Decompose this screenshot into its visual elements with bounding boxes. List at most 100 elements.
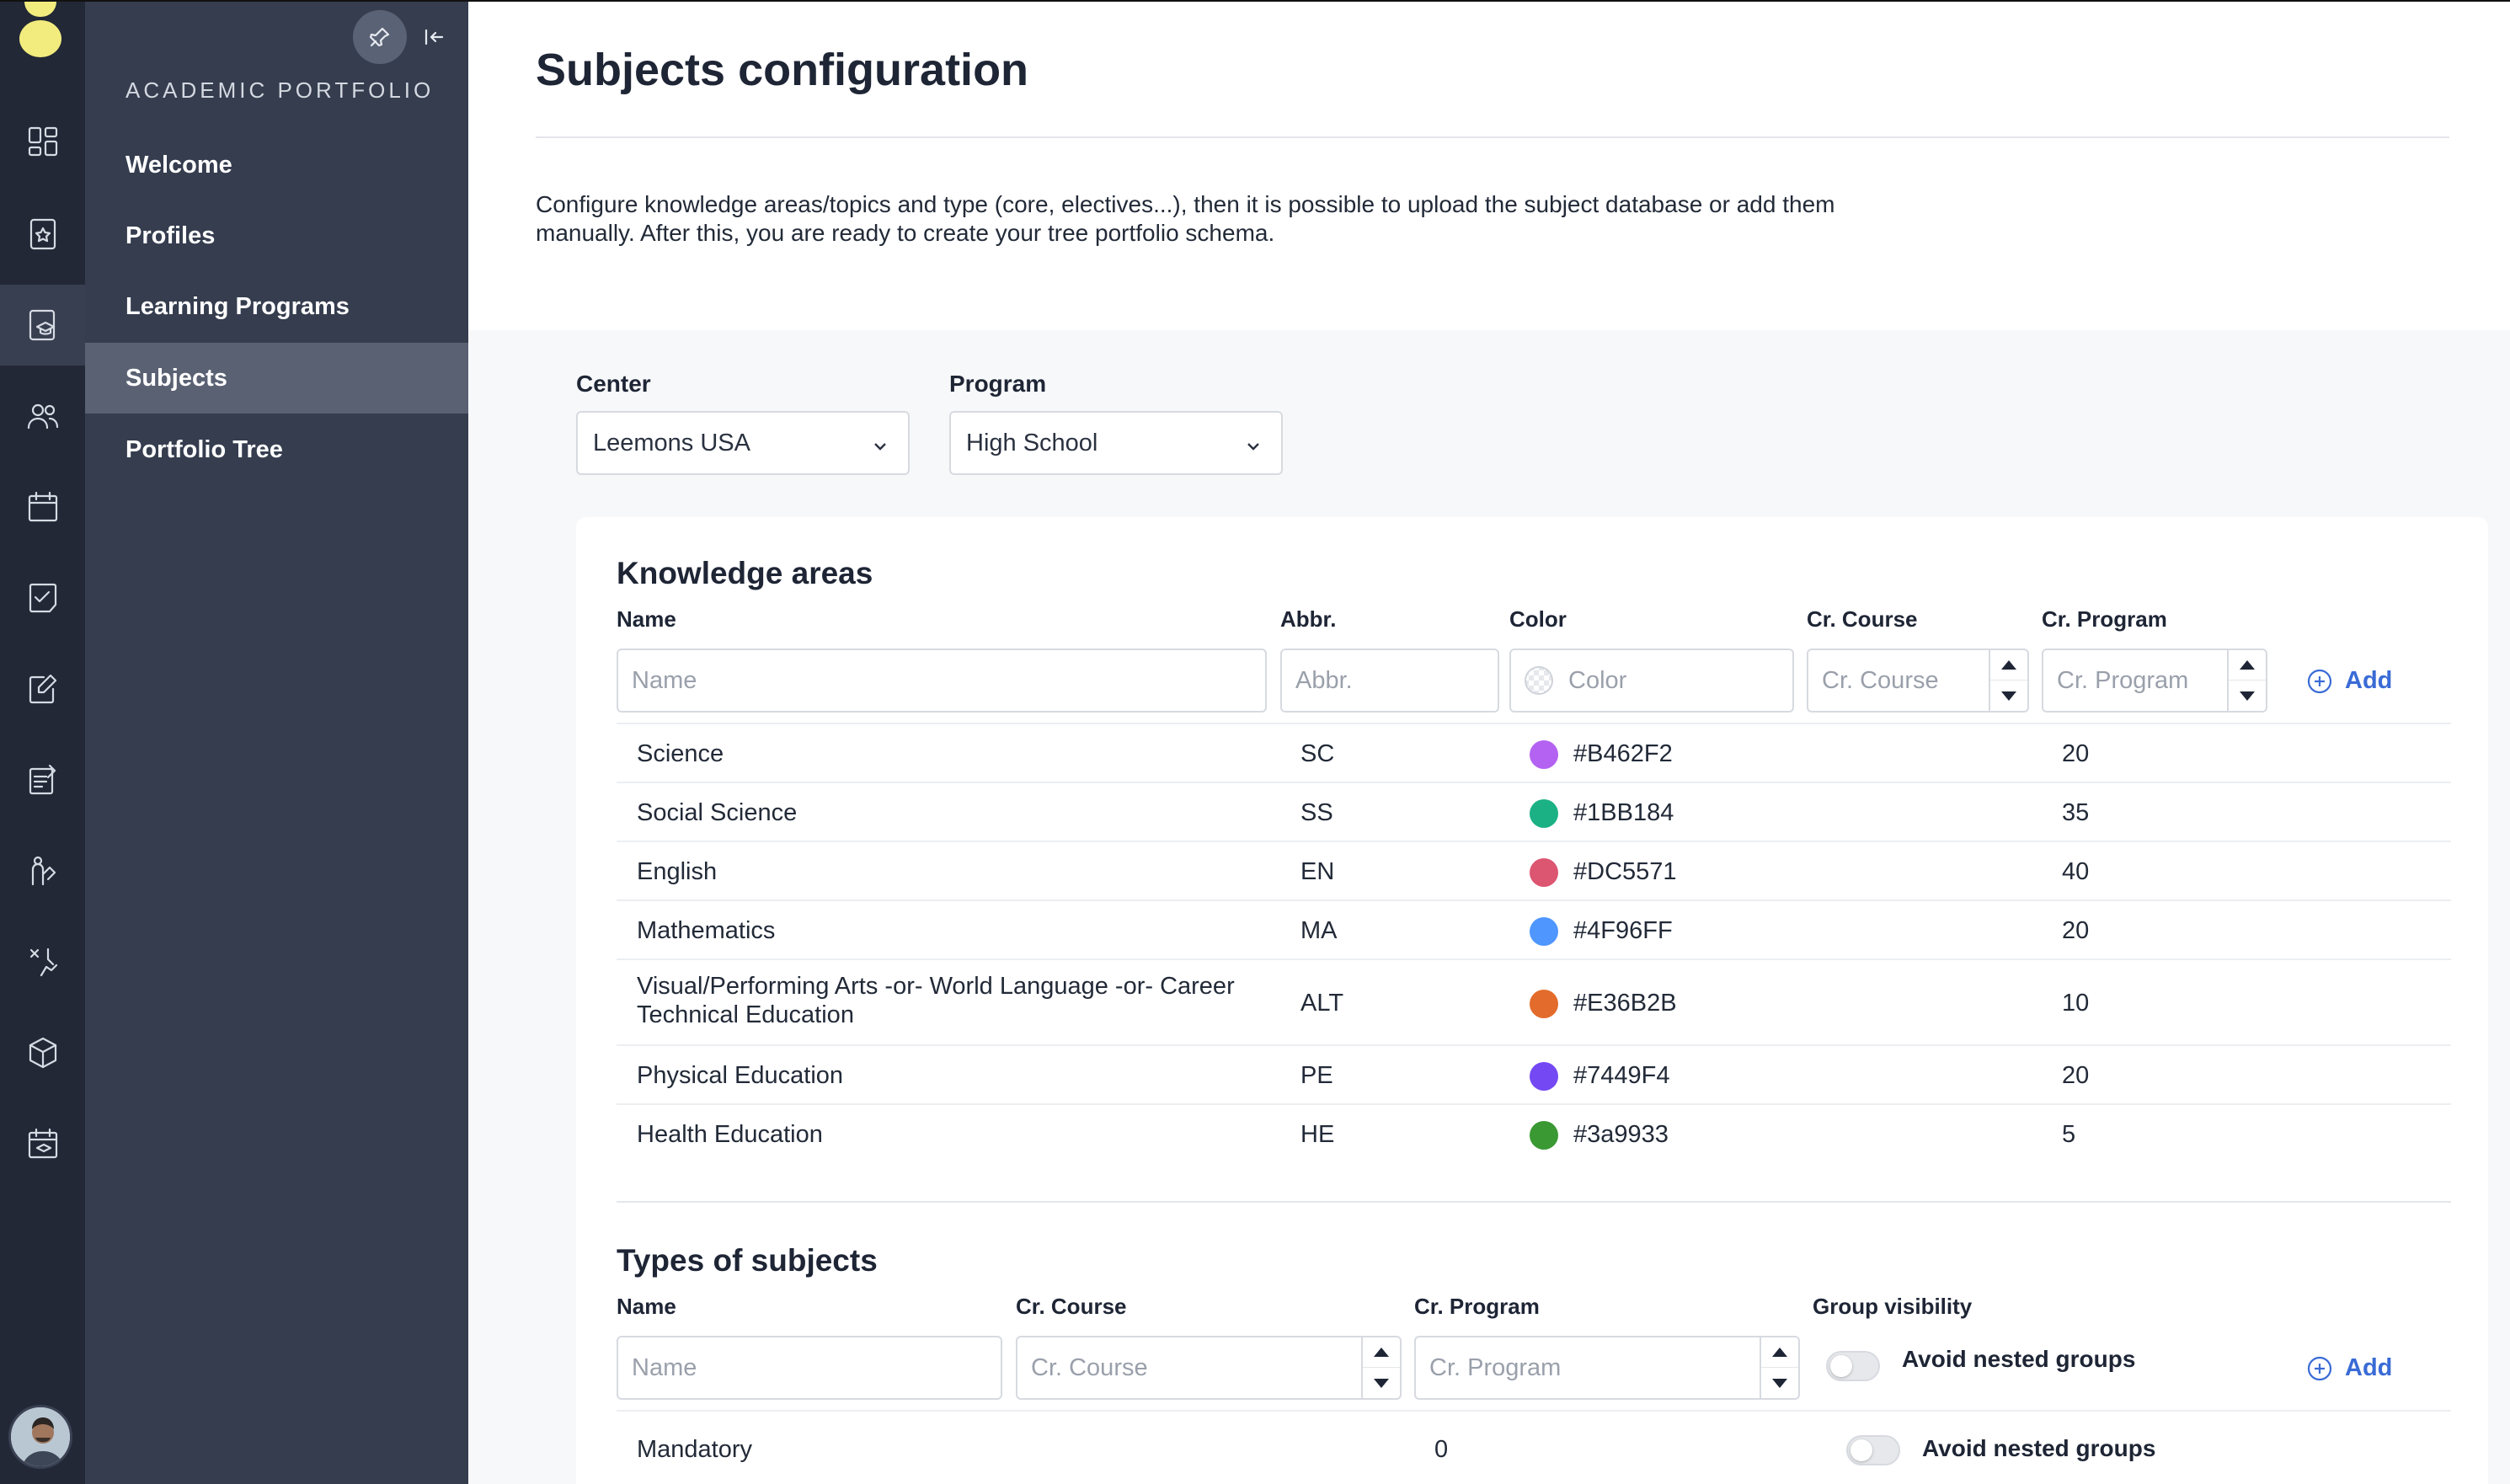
area-name: Social Science [637,799,798,826]
area-name: English [637,858,718,885]
area-cr-program-field[interactable] [2057,666,2215,695]
area-name: Physical Education [637,1062,844,1089]
color-value: #3a9933 [1573,1121,1669,1148]
page-title: Subjects configuration [536,45,1029,95]
tools-icon[interactable] [0,921,85,1002]
assignment-icon[interactable] [0,739,85,820]
area-color-field[interactable] [1568,666,1779,695]
collapse-left-icon [425,29,444,45]
number-stepper[interactable] [1361,1337,1400,1398]
area-abbr-input[interactable] [1280,649,1499,713]
area-color: #B462F2 [1530,739,1673,770]
app-logo[interactable] [19,2,61,57]
number-stepper[interactable] [1989,650,2027,711]
area-abbr-field[interactable] [1295,666,1484,695]
increment-button[interactable] [1761,1337,1798,1368]
decrement-button[interactable] [1761,1368,1798,1398]
area-name: Science [637,740,724,767]
area-cr-course-input[interactable] [1807,649,2029,713]
program-select[interactable]: High School [949,411,1283,475]
area-name: Visual/Performing Arts -or- World Langua… [637,973,1235,1028]
app-rail [0,0,85,1484]
arrow-up-icon [1374,1348,1389,1357]
arrow-down-icon [1374,1378,1389,1388]
divider [536,136,2449,138]
program-label: Program [949,371,1047,397]
area-name: Mathematics [637,917,776,944]
type-cr-course-field[interactable] [1031,1353,1349,1382]
calendar-graduation-icon[interactable] [0,1103,85,1184]
area-abbr: SC [1300,740,1335,767]
subnav-item-profiles[interactable]: Profiles [85,200,468,271]
subnav-item-learning-programs[interactable]: Learning Programs [85,271,468,342]
increment-button[interactable] [2229,650,2266,681]
avatar[interactable] [8,1405,72,1469]
decrement-button[interactable] [2229,681,2266,711]
subnav-item-welcome[interactable]: Welcome [85,130,468,200]
area-cr-program: 20 [2062,1062,2090,1089]
avoid-nested-groups-toggle[interactable] [1846,1435,1900,1465]
type-cr-course-input[interactable] [1016,1336,1402,1400]
area-color: #7449F4 [1530,1061,1670,1092]
column-header-name: Name [617,1294,676,1319]
sub-navigation: ACADEMIC PORTFOLIO Welcome Profiles Lear… [85,0,468,1484]
increment-button[interactable] [1990,650,2027,681]
color-value: #7449F4 [1573,1062,1670,1089]
decrement-button[interactable] [1990,681,2027,711]
area-color: #4F96FF [1530,916,1673,947]
subnav-title: ACADEMIC PORTFOLIO [125,77,435,103]
color-value: #DC5571 [1573,858,1677,885]
area-color: #1BB184 [1530,798,1674,829]
color-dot [1530,858,1558,888]
type-cr-program-field[interactable] [1429,1353,1748,1382]
area-cr-program: 10 [2062,990,2090,1017]
tablet-star-icon[interactable] [0,194,85,275]
color-dot [1530,1062,1558,1092]
calendar-icon[interactable] [0,467,85,547]
color-dot [1530,740,1558,770]
add-subject-type-button[interactable]: Add [2306,1354,2392,1382]
type-name-input[interactable] [617,1336,1002,1400]
tablet-graduation-icon[interactable] [0,285,85,366]
area-cr-course-field[interactable] [1822,666,1977,695]
color-value: #1BB184 [1573,799,1674,826]
pin-button[interactable] [353,10,407,64]
feedback-icon[interactable] [0,830,85,911]
area-cr-program-input[interactable] [2042,649,2267,713]
column-header-color: Color [1509,606,1567,632]
edit-note-icon[interactable] [0,649,85,729]
area-color-input[interactable] [1509,649,1794,713]
collapse-sidebar-button[interactable] [417,20,451,54]
arrow-down-icon [1772,1378,1787,1388]
number-stepper[interactable] [2227,650,2266,711]
type-name-field[interactable] [632,1353,987,1382]
users-icon[interactable] [0,376,85,456]
arrow-down-icon [2001,691,2016,701]
type-cr-program-input[interactable] [1414,1336,1800,1400]
arrow-down-icon [2240,691,2255,701]
subnav-item-portfolio-tree[interactable]: Portfolio Tree [85,414,468,485]
dashboard-icon[interactable] [0,101,85,182]
color-dot [1530,990,1558,1019]
avoid-nested-groups-toggle[interactable] [1826,1351,1880,1381]
checklist-icon[interactable] [0,558,85,638]
decrement-button[interactable] [1363,1368,1400,1398]
avoid-nested-groups-label: Avoid nested groups [1902,1346,2136,1372]
table-row: Visual/Performing Arts -or- World Langua… [617,958,2451,1044]
area-name-field[interactable] [632,666,1252,695]
center-select[interactable]: Leemons USA [576,411,910,475]
area-color: #DC5571 [1530,857,1677,888]
subnav-item-subjects[interactable]: Subjects [85,343,468,414]
area-name-input[interactable] [617,649,1267,713]
number-stepper[interactable] [1760,1337,1798,1398]
increment-button[interactable] [1363,1337,1400,1368]
package-icon[interactable] [0,1012,85,1093]
table-row: Social Science SS #1BB184 35 [617,782,2451,841]
column-header-cr-program: Cr. Program [2042,606,2167,632]
arrow-up-icon [2001,660,2016,670]
add-knowledge-area-button[interactable]: Add [2306,667,2392,695]
add-label: Add [2345,667,2393,694]
avoid-nested-groups-label: Avoid nested groups [1922,1435,2156,1461]
column-header-cr-program: Cr. Program [1414,1294,1540,1319]
toggle-knob [1850,1439,1872,1461]
